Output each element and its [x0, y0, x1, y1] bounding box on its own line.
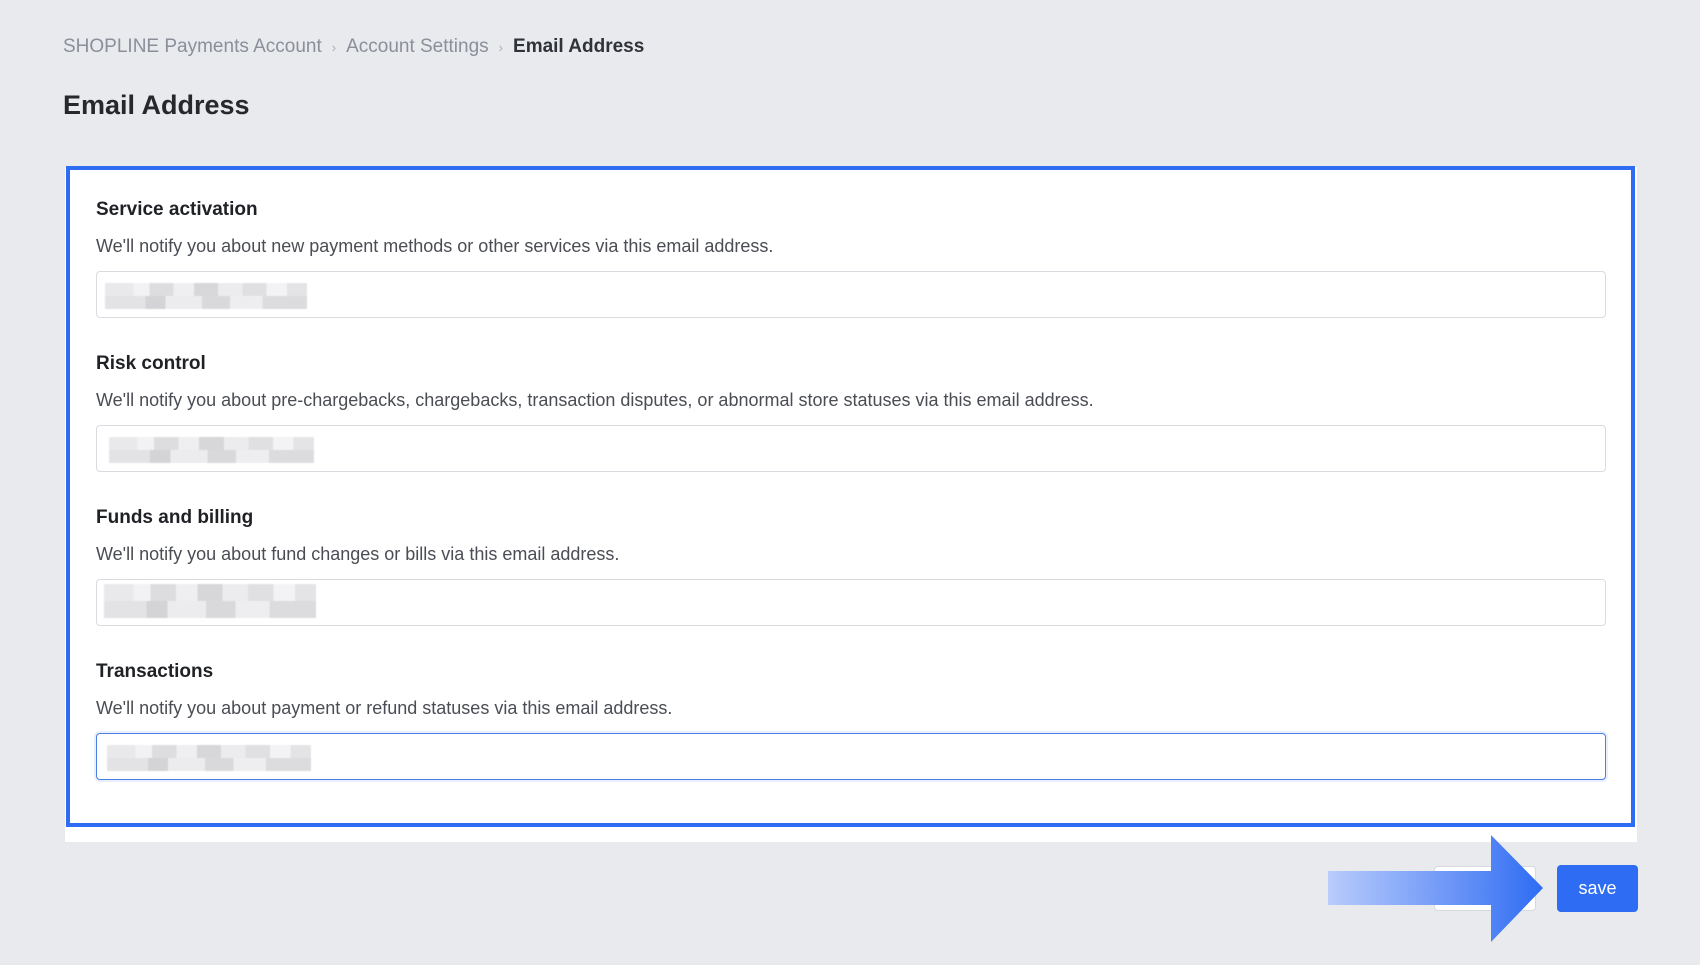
- risk-control-email-field[interactable]: [96, 425, 1606, 472]
- breadcrumb-item-account-settings[interactable]: Account Settings: [346, 36, 489, 58]
- section-title: Transactions: [96, 661, 214, 682]
- service-activation-email-field[interactable]: [96, 271, 1606, 318]
- section-risk-control: Risk control We'll notify you about pre-…: [96, 353, 1606, 472]
- page-title: Email Address: [63, 90, 250, 120]
- transactions-email-input[interactable]: [97, 734, 1605, 779]
- save-button[interactable]: save: [1557, 865, 1638, 912]
- chevron-right-icon: ›: [331, 39, 337, 55]
- transactions-email-field[interactable]: [96, 733, 1606, 780]
- section-transactions: Transactions We'll notify you about paym…: [96, 661, 1606, 780]
- section-title: Service activation: [96, 199, 258, 220]
- funds-billing-email-field[interactable]: [96, 579, 1606, 626]
- section-title: Risk control: [96, 353, 206, 374]
- section-service-activation: Service activation We'll notify you abou…: [96, 199, 1606, 318]
- cancel-button[interactable]: [1434, 866, 1536, 911]
- chevron-right-icon: ›: [498, 39, 504, 55]
- section-funds-billing: Funds and billing We'll notify you about…: [96, 507, 1606, 626]
- funds-billing-email-input[interactable]: [97, 580, 1605, 625]
- breadcrumb: SHOPLINE Payments Account › Account Sett…: [63, 36, 644, 58]
- service-activation-email-input[interactable]: [97, 272, 1605, 317]
- risk-control-email-input[interactable]: [97, 426, 1605, 471]
- breadcrumb-item-payments-account[interactable]: SHOPLINE Payments Account: [63, 36, 322, 58]
- section-description: We'll notify you about payment or refund…: [96, 698, 673, 718]
- section-description: We'll notify you about fund changes or b…: [96, 544, 620, 564]
- breadcrumb-current: Email Address: [513, 36, 645, 57]
- section-description: We'll notify you about new payment metho…: [96, 236, 774, 256]
- section-title: Funds and billing: [96, 507, 254, 528]
- section-description: We'll notify you about pre-chargebacks, …: [96, 390, 1094, 410]
